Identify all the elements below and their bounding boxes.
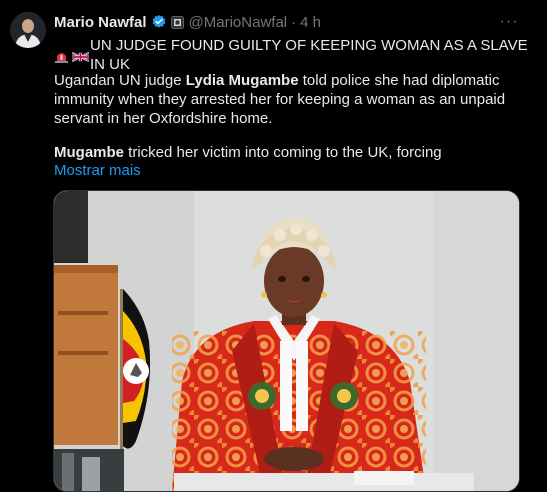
show-more-link[interactable]: Mostrar mais — [54, 162, 141, 179]
para1-bold-name: Lydia Mugambe — [185, 72, 299, 89]
para2-bold-name: Mugambe — [54, 144, 125, 161]
affiliate-badge-icon[interactable] — [170, 15, 184, 29]
tweet-paragraph-2: Mugambe tricked her victim into coming t… — [54, 143, 533, 162]
tweet-headline: UN JUDGE FOUND GUILTY OF KEEPING WOMAN A… — [54, 36, 533, 74]
uk-flag-emoji-icon — [71, 49, 90, 62]
avatar[interactable] — [10, 12, 46, 48]
siren-emoji-icon — [54, 49, 69, 63]
tweet-card[interactable]: Mario Nawfal @MarioNawfal · 4 h ··· UN J… — [0, 0, 547, 492]
para1-prefix: Ugandan UN judge — [54, 72, 186, 89]
para2-suffix: tricked her victim into coming to the UK… — [124, 144, 442, 161]
separator-dot: · — [291, 13, 297, 31]
headline-text: UN JUDGE FOUND GUILTY OF KEEPING WOMAN A… — [90, 37, 528, 73]
author-name[interactable]: Mario Nawfal — [54, 14, 147, 31]
tweet-paragraph-1: Ugandan UN judge Lydia Mugambe told poli… — [54, 71, 533, 128]
author-handle[interactable]: @MarioNawfal — [189, 14, 288, 31]
timestamp[interactable]: 4 h — [300, 14, 321, 31]
tweet-media-image[interactable] — [53, 190, 520, 492]
verified-badge-icon — [151, 14, 167, 30]
tweet-header: Mario Nawfal @MarioNawfal · 4 h — [54, 12, 537, 32]
more-options-icon[interactable]: ··· — [499, 12, 519, 32]
